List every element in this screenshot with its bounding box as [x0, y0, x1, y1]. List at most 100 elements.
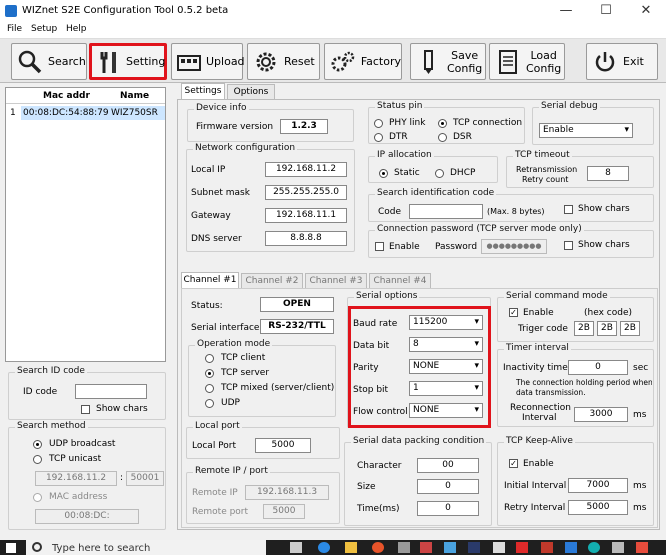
- code-label: Code: [378, 207, 402, 217]
- retry-count-input[interactable]: 8: [587, 166, 629, 181]
- flow-control-select[interactable]: NONE: [409, 403, 483, 418]
- baud-rate-select[interactable]: 115200: [409, 315, 483, 330]
- data-bit-select[interactable]: 8: [409, 337, 483, 352]
- menu-setup[interactable]: Setup: [31, 24, 57, 34]
- ident-show-chars-checkbox[interactable]: [564, 205, 573, 214]
- initial-interval-input[interactable]: 7000: [568, 478, 628, 493]
- tab-channel-4[interactable]: Channel #4: [369, 273, 431, 289]
- save-config-button[interactable]: Save Config: [410, 43, 486, 80]
- unicast-ip-input[interactable]: 192.168.11.2: [35, 471, 117, 486]
- filezilla-icon[interactable]: [516, 542, 528, 553]
- tcp-unicast-radio[interactable]: [33, 455, 42, 464]
- cmd-enable-checkbox[interactable]: ✓: [509, 308, 518, 317]
- upload-button[interactable]: Upload: [171, 43, 245, 80]
- app-icon-5[interactable]: [398, 542, 410, 553]
- table-row[interactable]: 1 00:08:DC:54:88:79 WIZ750SR: [6, 106, 165, 120]
- phy-link-radio[interactable]: [374, 119, 383, 128]
- character-input[interactable]: 00: [417, 458, 479, 473]
- windows-start-icon[interactable]: [6, 543, 16, 553]
- column-name[interactable]: Name: [120, 91, 149, 101]
- arduino-icon[interactable]: [588, 542, 600, 553]
- size-input[interactable]: 0: [417, 479, 479, 494]
- app-icon-14[interactable]: [612, 542, 624, 553]
- unicast-port-input[interactable]: 50001: [126, 471, 164, 486]
- app-icon-11[interactable]: [541, 542, 553, 553]
- inactivity-input[interactable]: 0: [568, 360, 628, 375]
- column-mac[interactable]: Mac addr: [43, 91, 90, 101]
- menu-help[interactable]: Help: [66, 24, 87, 34]
- dsr-radio[interactable]: [438, 133, 447, 142]
- status-pin-title: Status pin: [375, 101, 425, 111]
- exit-button[interactable]: Exit: [586, 43, 658, 80]
- tcp-connection-radio[interactable]: [438, 119, 447, 128]
- taskbar-search-box[interactable]: Type here to search: [26, 540, 266, 555]
- pw-show-chars-checkbox[interactable]: [564, 241, 573, 250]
- timer-title: Timer interval: [504, 343, 571, 353]
- firefox-icon[interactable]: [372, 542, 384, 553]
- keepalive-enable-checkbox[interactable]: ✓: [509, 459, 518, 468]
- local-port-input[interactable]: 5000: [255, 438, 311, 453]
- app-icon-6[interactable]: [420, 542, 432, 553]
- trigger-code-3[interactable]: 2B: [620, 321, 640, 336]
- tcp-client-label: TCP client: [221, 353, 266, 363]
- serial-debug-select[interactable]: Enable: [539, 123, 633, 138]
- password-input[interactable]: ●●●●●●●●●: [481, 239, 547, 254]
- dtr-radio[interactable]: [374, 133, 383, 142]
- gateway-input[interactable]: 192.168.11.1: [265, 208, 347, 223]
- stop-bit-select[interactable]: 1: [409, 381, 483, 396]
- tab-channel-2[interactable]: Channel #2: [241, 273, 303, 289]
- tcp-timeout-group: TCP timeout Retransmission Retry count 8: [506, 150, 654, 188]
- tcp-client-radio[interactable]: [205, 354, 214, 363]
- parity-select[interactable]: NONE: [409, 359, 483, 374]
- tcp-mixed-radio[interactable]: [205, 384, 214, 393]
- dns-input[interactable]: 8.8.8.8: [265, 231, 347, 246]
- document-icon: [494, 48, 522, 76]
- menu-file[interactable]: File: [7, 24, 22, 34]
- show-chars-checkbox[interactable]: [81, 405, 90, 414]
- close-button[interactable]: ✕: [626, 0, 666, 22]
- setting-button[interactable]: Setting: [89, 43, 167, 80]
- time-input[interactable]: 0: [417, 501, 479, 516]
- static-radio[interactable]: [379, 169, 388, 178]
- trigger-code-2[interactable]: 2B: [597, 321, 617, 336]
- tab-options[interactable]: Options: [227, 84, 275, 100]
- tab-channel-1[interactable]: Channel #1: [181, 272, 239, 288]
- id-code-input[interactable]: [75, 384, 147, 399]
- trigger-code-1[interactable]: 2B: [574, 321, 594, 336]
- photoshop-icon[interactable]: [468, 542, 480, 553]
- load-config-button[interactable]: Load Config: [489, 43, 565, 80]
- remote-port-input[interactable]: 5000: [263, 504, 305, 519]
- remote-ip-input[interactable]: 192.168.11.3: [245, 485, 329, 500]
- mac-address-input[interactable]: 00:08:DC:: [35, 509, 139, 524]
- code-input[interactable]: [409, 204, 483, 219]
- pw-enable-checkbox[interactable]: [375, 242, 384, 251]
- retry-interval-input[interactable]: 5000: [568, 500, 628, 515]
- tab-settings[interactable]: Settings: [181, 83, 225, 99]
- search-button[interactable]: Search: [11, 43, 87, 80]
- inactivity-unit: sec: [633, 363, 649, 373]
- app-icon-15[interactable]: [636, 542, 648, 553]
- reset-button[interactable]: Reset: [247, 43, 320, 80]
- app-icon-9[interactable]: [493, 542, 505, 553]
- explorer-icon[interactable]: [345, 542, 357, 553]
- mac-address-radio[interactable]: [33, 493, 42, 502]
- packing-title: Serial data packing condition: [351, 436, 487, 446]
- edge-icon[interactable]: [318, 542, 330, 553]
- dhcp-radio[interactable]: [435, 169, 444, 178]
- udp-broadcast-radio[interactable]: [33, 440, 42, 449]
- reconnection-input[interactable]: 3000: [574, 407, 628, 422]
- local-port-label: Local Port: [192, 441, 237, 451]
- local-ip-input[interactable]: 192.168.11.2: [265, 162, 347, 177]
- serial-options-highlight: Baud rate 115200 Data bit 8 Parity NONE …: [348, 306, 491, 428]
- tab-channel-3[interactable]: Channel #3: [305, 273, 367, 289]
- udp-radio[interactable]: [205, 399, 214, 408]
- factory-button[interactable]: Factory: [324, 43, 402, 80]
- vscode-icon[interactable]: [565, 542, 577, 553]
- maximize-button[interactable]: ☐: [586, 0, 626, 22]
- subnet-input[interactable]: 255.255.255.0: [265, 185, 347, 200]
- tcp-server-radio[interactable]: [205, 369, 214, 378]
- minimize-button[interactable]: —: [546, 0, 586, 22]
- task-view-icon[interactable]: [290, 542, 302, 553]
- mac-address-label: MAC address: [49, 492, 108, 502]
- app-icon-7[interactable]: [444, 542, 456, 553]
